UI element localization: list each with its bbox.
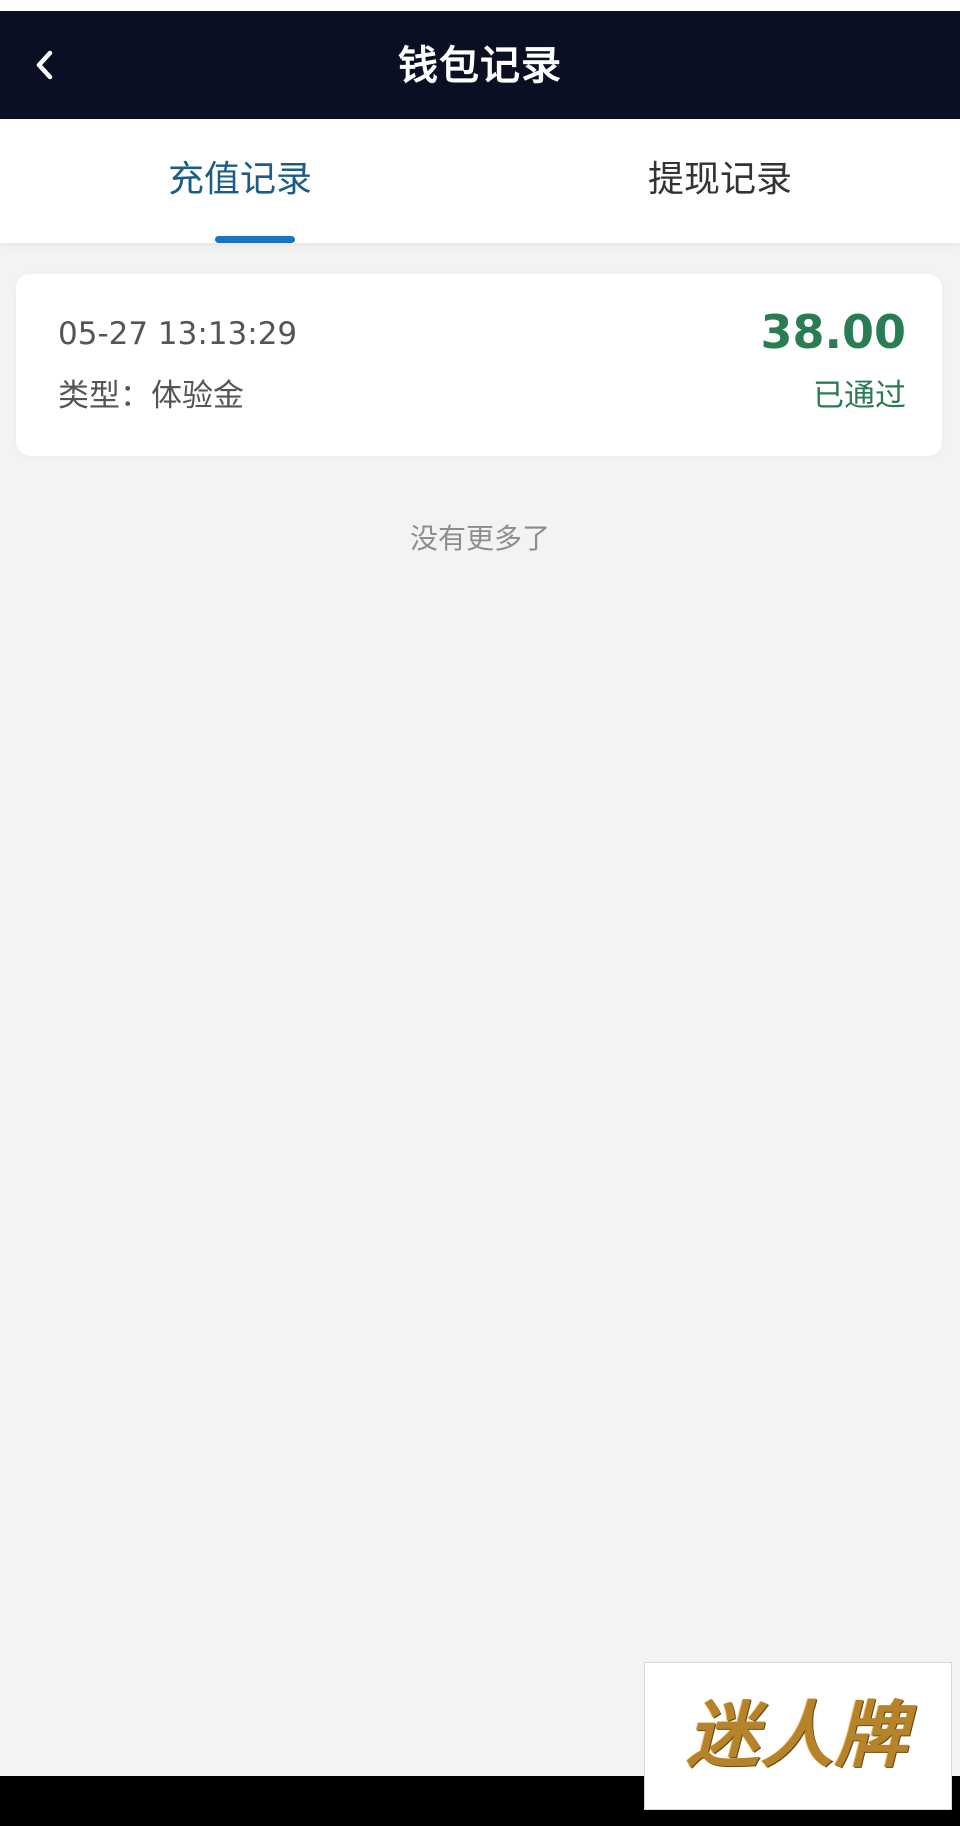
- record-item[interactable]: 05-27 13:13:29 类型：体验金 38.00 已通过: [16, 274, 942, 456]
- tab-withdrawal-records[interactable]: 提现记录: [480, 119, 960, 243]
- tab-label: 提现记录: [647, 159, 792, 200]
- watermark-logo: 迷人牌: [644, 1662, 952, 1810]
- record-tabs: 充值记录 提现记录: [0, 119, 960, 243]
- record-amount: 38.00: [760, 305, 906, 359]
- list-end-message: 没有更多了: [409, 522, 550, 555]
- watermark-text: 迷人牌: [686, 1692, 909, 1777]
- active-tab-indicator: [215, 236, 295, 243]
- top-strip: [0, 0, 960, 11]
- nav-bar: 钱包记录: [0, 11, 960, 119]
- page-title: 钱包记录: [398, 43, 562, 89]
- tab-label: 充值记录: [167, 159, 312, 200]
- tab-recharge-records[interactable]: 充值记录: [0, 119, 480, 243]
- record-type: 类型：体验金: [58, 378, 244, 414]
- record-time: 05-27 13:13:29: [58, 316, 298, 352]
- record-status-badge: 已通过: [813, 378, 906, 414]
